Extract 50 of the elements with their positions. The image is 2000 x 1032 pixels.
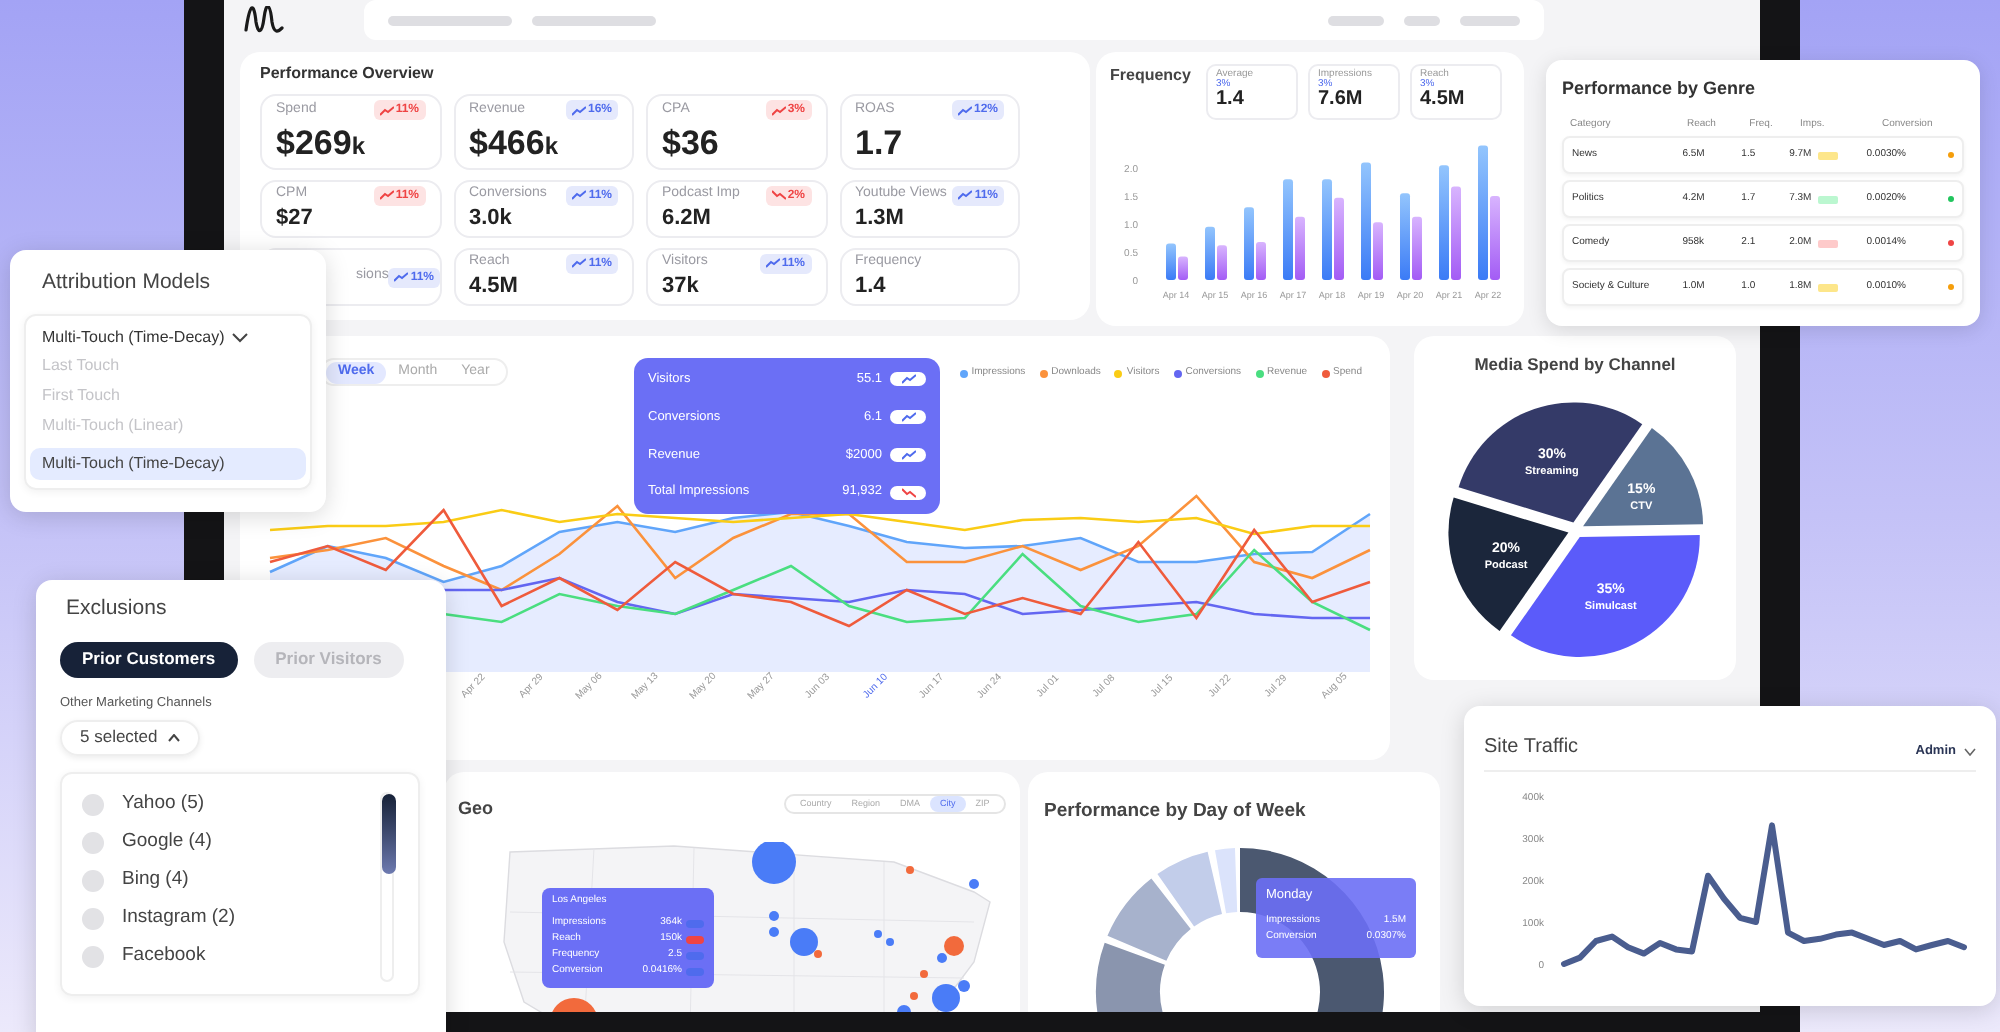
logo-icon xyxy=(244,6,284,34)
chevron-up-icon xyxy=(167,733,180,741)
metric-value: $466k xyxy=(469,121,561,164)
toggle-button[interactable]: Prior Customers xyxy=(60,641,238,678)
channel-label: Google (4) xyxy=(122,827,212,856)
checkbox[interactable] xyxy=(82,869,104,891)
skeleton-bar xyxy=(388,15,512,25)
channel-label: Instagram (2) xyxy=(122,903,235,932)
metric-value: $27 xyxy=(276,205,315,234)
checkbox[interactable] xyxy=(82,831,104,853)
metric-value: $269k xyxy=(276,121,368,164)
toggle-button[interactable]: Prior Visitors xyxy=(253,641,404,678)
channel-label: Facebook xyxy=(122,941,206,970)
scrollbar-thumb[interactable] xyxy=(382,793,396,873)
metric-value: 6.2M xyxy=(662,205,713,234)
metric-value: 3.0k xyxy=(469,205,514,234)
card-title: Performance Overview xyxy=(260,62,436,86)
dropdown-option[interactable]: First Touch xyxy=(30,381,306,412)
metric-value: 1.4 xyxy=(855,273,888,302)
metric-value: 37k xyxy=(662,273,701,302)
attribution-dropdown[interactable]: Multi-Touch (Time-Decay) xyxy=(30,323,261,352)
skeleton-bar xyxy=(1404,15,1440,25)
skeleton-bar xyxy=(1460,15,1520,25)
stat-value: 1.4 xyxy=(1216,90,1246,110)
metric-value: 1.3M xyxy=(855,205,906,234)
channels-dropdown[interactable]: 5 selected xyxy=(60,719,200,755)
dropdown-option[interactable]: Multi-Touch (Linear) xyxy=(30,411,306,442)
card-title: Site Traffic xyxy=(1484,734,1579,762)
chevron-down-icon xyxy=(1964,748,1976,757)
checkbox[interactable] xyxy=(82,907,104,929)
dropdown-option[interactable]: Multi-Touch (Time-Decay) xyxy=(30,447,306,480)
metric-value: 4.5M xyxy=(469,273,520,302)
card-title: Performance by Genre xyxy=(1562,76,1758,102)
channel-label: Bing (4) xyxy=(122,865,189,894)
card-title: Performance by Day of Week xyxy=(1044,798,1306,826)
skeleton-bar xyxy=(1328,15,1384,25)
stat-value: 4.5M xyxy=(1420,90,1467,110)
dropdown-option[interactable]: Last Touch xyxy=(30,351,306,382)
checkbox[interactable] xyxy=(82,945,104,967)
metric-value: $36 xyxy=(662,121,721,164)
checkbox[interactable] xyxy=(82,793,104,815)
stat-value: 7.6M xyxy=(1318,90,1365,110)
metric-value: 1.7 xyxy=(855,121,905,164)
card-title: Frequency xyxy=(1110,64,1193,88)
card-title: Exclusions xyxy=(64,594,169,624)
card-title: Media Spend by Channel xyxy=(1474,352,1676,378)
card-title: Attribution Models xyxy=(40,268,213,298)
channel-label: Yahoo (5) xyxy=(122,789,205,818)
card-title: Geo xyxy=(458,796,494,822)
skeleton-bar xyxy=(532,15,656,25)
